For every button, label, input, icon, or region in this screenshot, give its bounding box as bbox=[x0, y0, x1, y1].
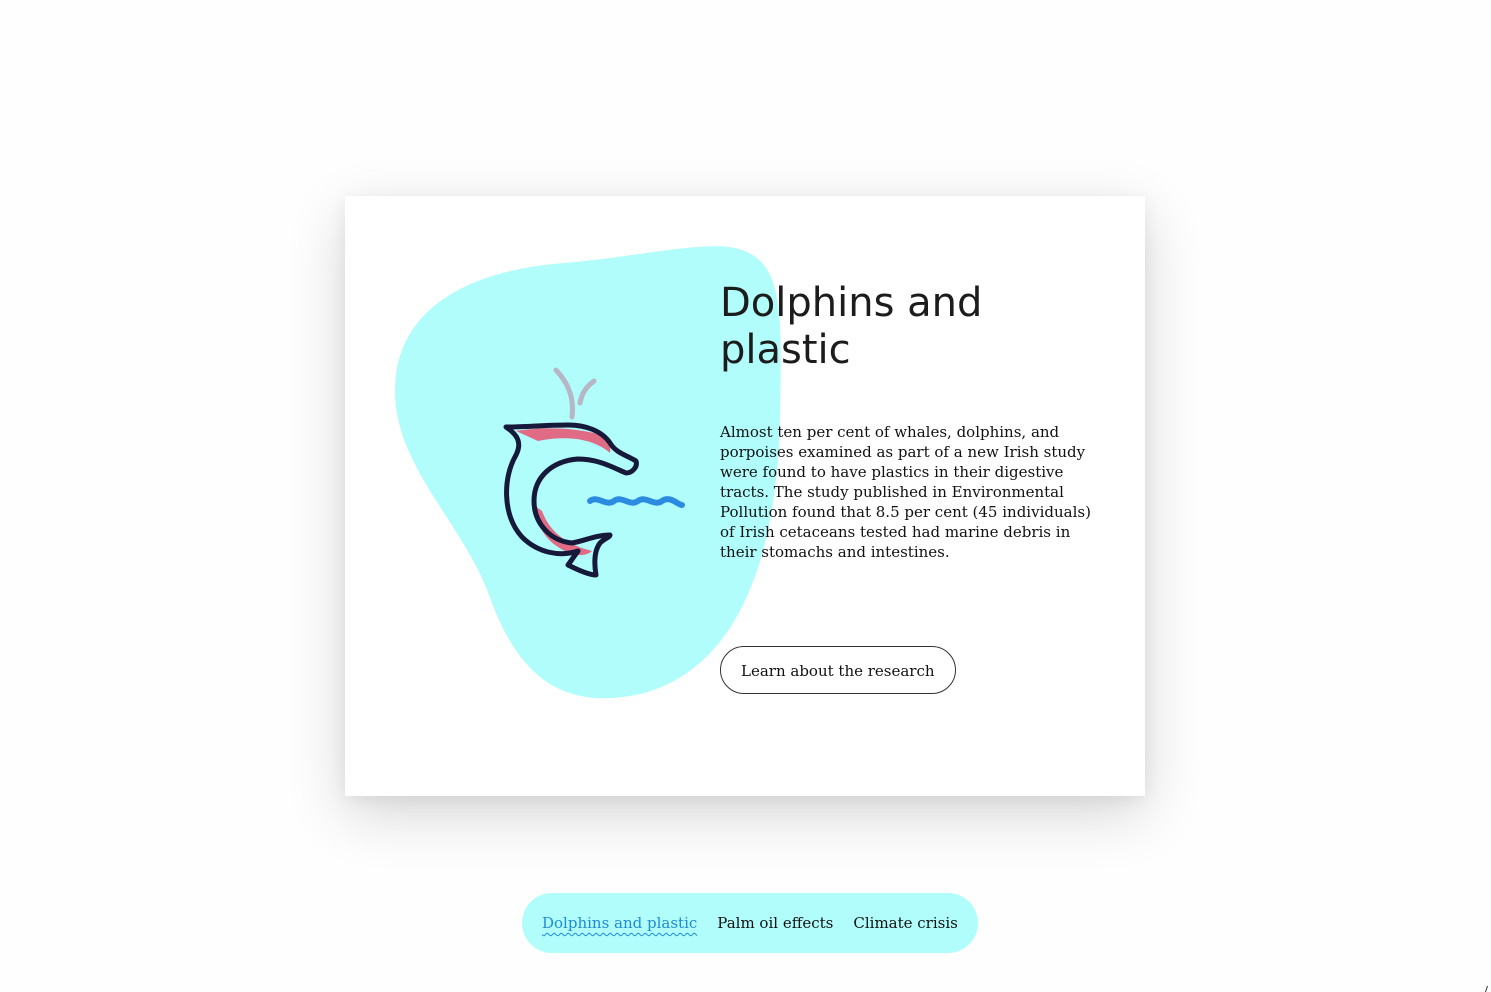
nav-item-palm-oil-effects[interactable]: Palm oil effects bbox=[717, 914, 833, 932]
slide-description: Almost ten per cent of whales, dolphins,… bbox=[720, 423, 1091, 561]
nav-item-dolphins-and-plastic[interactable]: Dolphins and plastic bbox=[542, 914, 697, 932]
slide-title: Dolphins and plastic bbox=[720, 280, 983, 373]
learn-research-button[interactable]: Learn about the research bbox=[720, 646, 956, 694]
dolphin-icon bbox=[498, 365, 688, 580]
nav-item-climate-crisis[interactable]: Climate crisis bbox=[853, 914, 957, 932]
slide-nav: Dolphins and plastic Palm oil effects Cl… bbox=[522, 893, 978, 953]
scrollbar-edge bbox=[1484, 986, 1491, 992]
